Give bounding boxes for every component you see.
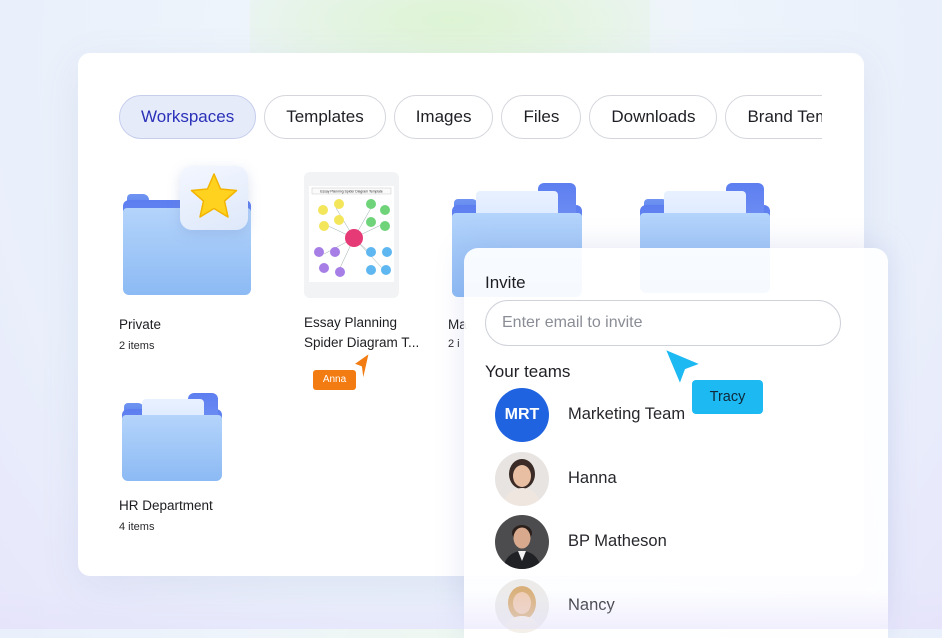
member-name: Hanna (568, 469, 617, 487)
spider-diagram-preview: Essay Planning Spider Diagram Template (309, 186, 394, 282)
tab-files[interactable]: Files (501, 95, 582, 139)
member-name: Marketing Team (568, 405, 686, 423)
category-tabs: Workspaces Templates Images Files Downloads B… (119, 95, 822, 141)
thumb-title: Essay Planning Spider Diagram Template (320, 189, 383, 193)
cursor-label-tracy: Tracy (692, 380, 763, 414)
document-essay[interactable]: Essay Planning Spider Diagram T... (304, 314, 419, 352)
team-member-nancy[interactable]: Nancy (495, 579, 855, 633)
star-icon (190, 173, 238, 218)
folder-name: HR Department (119, 498, 213, 513)
favorite-badge (180, 166, 248, 230)
avatar (495, 579, 549, 633)
cursor-arrow-icon (352, 351, 371, 384)
team-member-marketing[interactable]: MRT Marketing Team (495, 388, 855, 442)
folder-count: 2 items (119, 340, 155, 352)
folder-icon[interactable] (122, 393, 222, 483)
folder-count: 4 items (119, 521, 155, 533)
tab-images[interactable]: Images (393, 95, 494, 139)
team-avatar: MRT (495, 388, 549, 442)
member-name: BP Matheson (568, 532, 667, 550)
document-thumbnail[interactable]: Essay Planning Spider Diagram Template (304, 172, 399, 298)
team-member-bp-matheson[interactable]: BP Matheson (495, 515, 855, 569)
invite-label: Invite (485, 273, 526, 292)
tab-downloads[interactable]: Downloads (589, 95, 718, 139)
folder-hr-department[interactable]: HR Department 4 items (119, 497, 213, 533)
tab-workspaces[interactable]: Workspaces (119, 95, 257, 139)
team-member-hanna[interactable]: Hanna (495, 452, 855, 506)
document-name-line1: Essay Planning (304, 315, 398, 330)
folder-name: Private (119, 317, 162, 332)
email-invite-input[interactable] (485, 300, 841, 346)
tab-templates[interactable]: Templates (264, 95, 386, 139)
avatar (495, 515, 549, 569)
avatar (495, 452, 549, 506)
member-name: Nancy (568, 596, 615, 614)
folder-private[interactable]: Private 2 items (119, 316, 161, 352)
tab-brand-templates[interactable]: Brand Templates (725, 95, 822, 139)
your-teams-heading: Your teams (485, 362, 571, 381)
invite-panel: Invite Your teams MRT Marketing Team Han… (464, 248, 888, 638)
